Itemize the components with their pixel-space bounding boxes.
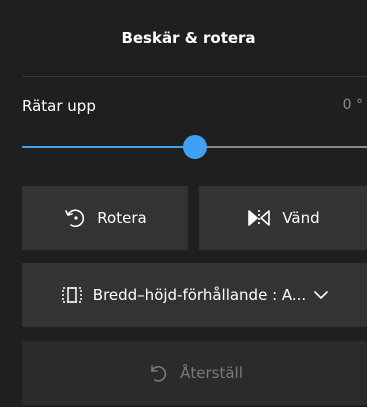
rotate-button[interactable]: Rotera [22, 186, 188, 250]
slider-fill [22, 146, 195, 148]
chevron-down-icon [314, 290, 329, 300]
slider-thumb[interactable] [183, 135, 207, 159]
rotate-icon [63, 206, 87, 230]
straighten-label: Rätar upp [22, 97, 96, 115]
flip-label: Vänd [282, 209, 320, 227]
undo-icon [146, 361, 170, 385]
aspect-ratio-label: Bredd–höjd-förhållande : A... [92, 286, 307, 304]
panel-title: Beskär & rotera [121, 29, 256, 47]
flip-button[interactable]: Vänd [199, 186, 367, 250]
rotate-label: Rotera [97, 209, 147, 227]
straighten-slider[interactable] [22, 135, 367, 159]
reset-button[interactable]: Återställ [22, 341, 367, 405]
straighten-value: 0 ° [342, 97, 363, 113]
reset-label: Återställ [180, 364, 243, 382]
title-divider [22, 76, 367, 77]
aspect-ratio-dropdown[interactable]: Bredd–höjd-förhållande : A... [22, 263, 367, 327]
aspect-ratio-icon [61, 285, 83, 305]
flip-icon [246, 208, 272, 228]
crop-rotate-panel: Beskär & rotera Rätar upp 0 ° Rotera Vän… [0, 0, 367, 407]
